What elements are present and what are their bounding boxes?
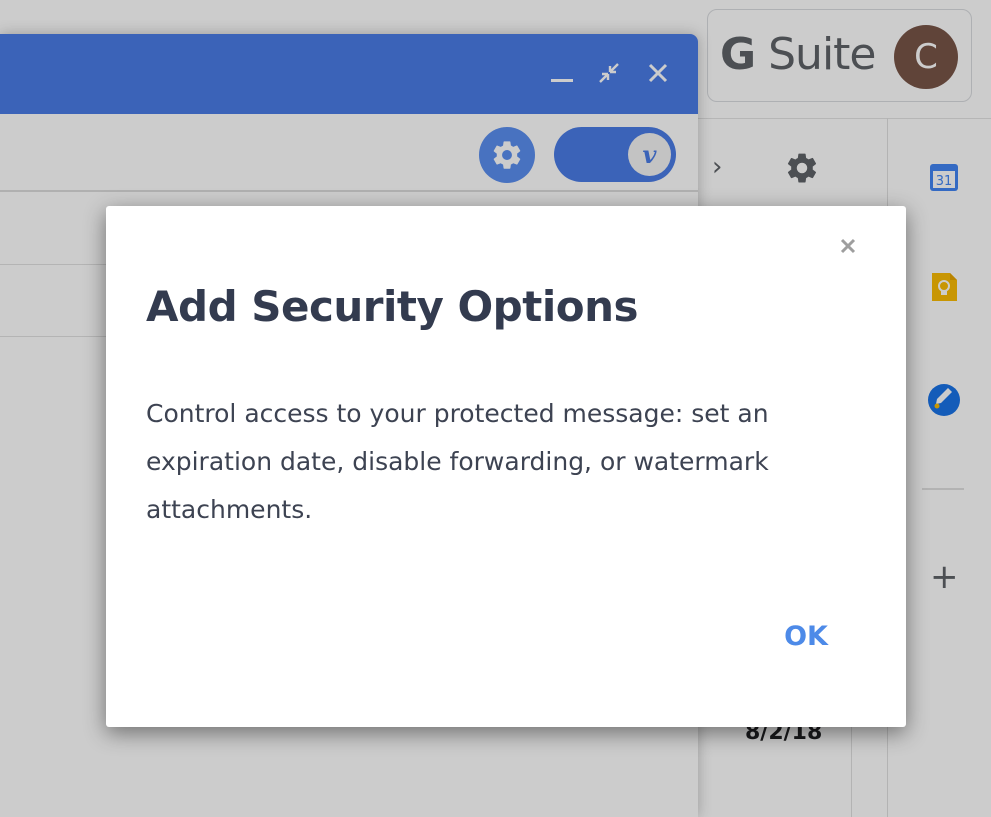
dialog-body: Control access to your protected message… <box>146 399 769 524</box>
dialog-title: Add Security Options <box>146 282 638 331</box>
ok-button[interactable]: OK <box>761 614 851 658</box>
close-icon[interactable] <box>836 234 860 258</box>
security-options-dialog: Add Security Options Control access to y… <box>106 206 906 727</box>
